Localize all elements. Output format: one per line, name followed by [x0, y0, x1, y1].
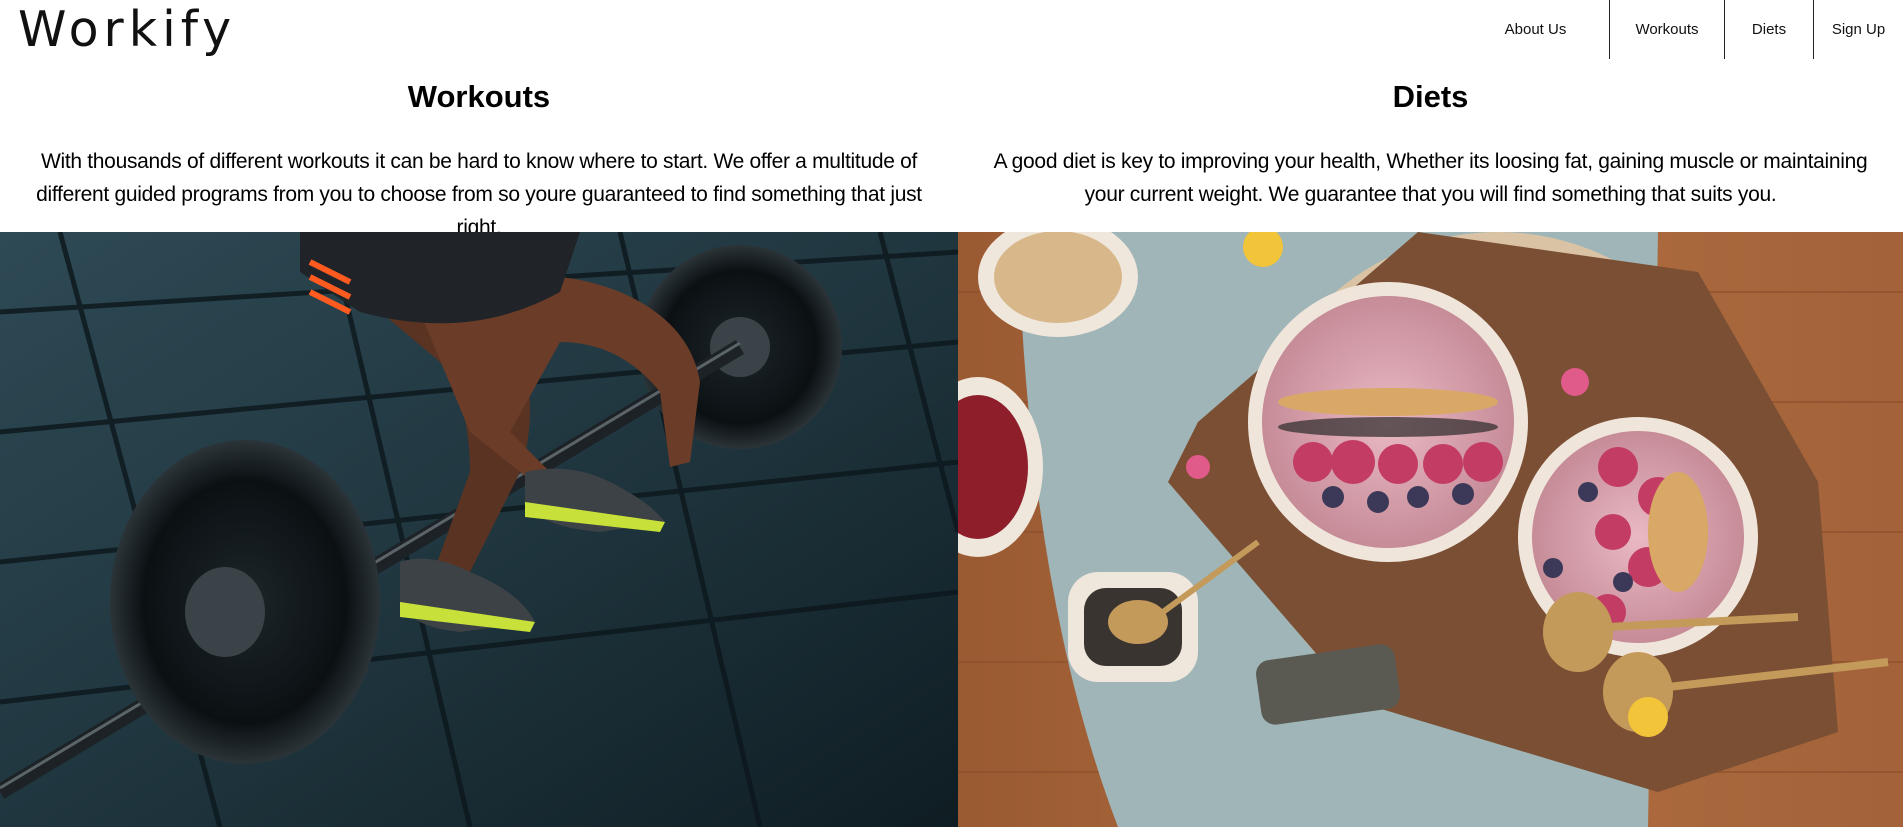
- workouts-section: Workouts With thousands of different wor…: [0, 59, 958, 827]
- nav-about-us[interactable]: About Us: [1462, 0, 1609, 59]
- navbar: Workify About Us Workouts Diets Sign Up: [0, 0, 1903, 59]
- diets-title: Diets: [1392, 79, 1469, 114]
- workouts-title: Workouts: [407, 79, 551, 114]
- diets-photo: [958, 232, 1903, 827]
- nav-sign-up[interactable]: Sign Up: [1813, 0, 1903, 59]
- workouts-photo: [0, 232, 958, 827]
- barbell-deadlift-image: [0, 232, 958, 827]
- diets-description: A good diet is key to improving your hea…: [993, 150, 1868, 206]
- nav-workouts[interactable]: Workouts: [1609, 0, 1724, 59]
- logo[interactable]: Workify: [18, 2, 236, 58]
- nav-diets[interactable]: Diets: [1724, 0, 1813, 59]
- workouts-description: With thousands of different workouts it …: [36, 150, 922, 239]
- main-nav: About Us Workouts Diets Sign Up: [1462, 0, 1903, 59]
- diets-section: Diets A good diet is key to improving yo…: [958, 59, 1903, 827]
- smoothie-bowls-image: [958, 232, 1903, 827]
